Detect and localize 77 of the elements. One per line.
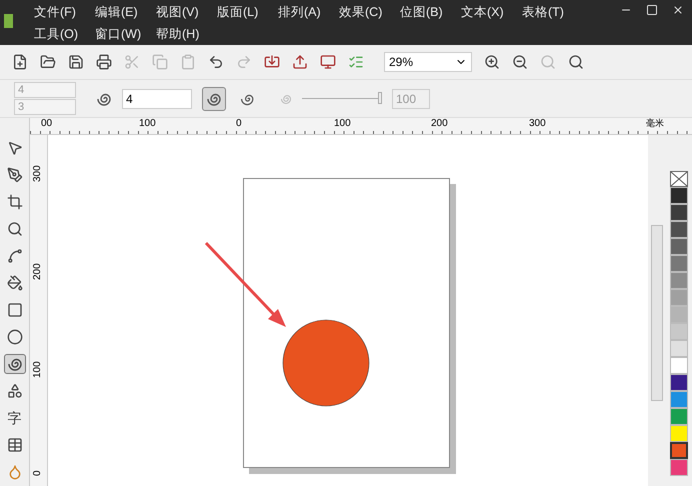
zoom-out-icon[interactable] [512,54,528,70]
ruler-label: 100 [32,361,43,378]
ruler-label: 200 [32,263,43,280]
printer-icon[interactable] [96,54,112,70]
new-file-icon[interactable] [12,54,28,70]
menu-item[interactable]: 版面(L) [217,2,278,22]
shapes-icon [6,383,22,399]
save-icon[interactable] [68,54,84,70]
ruler-label: 300 [32,165,43,182]
ruler-label: 200 [431,118,448,129]
checklist-icon[interactable] [348,54,364,70]
color-swatch[interactable] [670,255,688,272]
restore-icon[interactable] [646,4,658,16]
ruler-label: 300 [529,118,546,129]
menu-item[interactable]: 帮助(H) [156,24,217,44]
open-folder-icon[interactable] [40,54,56,70]
app-icon [4,14,13,28]
color-swatch[interactable] [670,238,688,255]
monitor-icon[interactable] [320,54,336,70]
menu-item[interactable]: 位图(B) [400,2,461,22]
import-icon[interactable] [264,54,280,70]
zoom-in-icon[interactable] [484,54,500,70]
color-swatch[interactable] [670,408,688,425]
revolutions-field[interactable]: 4 [122,88,192,108]
expansion-icon [280,92,292,104]
ruler-unit: 毫米 [646,118,664,128]
color-swatch[interactable] [670,204,688,221]
table-icon [6,437,22,453]
color-swatch[interactable] [670,187,688,204]
pointer-icon [6,140,22,156]
menu-item[interactable]: 表格(T) [522,2,583,22]
menu-item[interactable]: 文本(X) [461,2,522,22]
menu-item[interactable]: 文件(F) [34,2,95,22]
undo-icon[interactable] [208,54,224,70]
close-icon[interactable] [672,4,684,16]
text-tool-label: 字 [8,411,22,425]
bucket-icon [6,275,22,291]
spiral-tool-button[interactable] [4,354,26,374]
menu-item[interactable]: 效果(C) [339,2,400,22]
color-swatch[interactable] [670,323,688,340]
color-swatch[interactable] [670,442,688,459]
menu-item[interactable]: 排列(A) [278,2,339,22]
color-swatch[interactable] [670,374,688,391]
color-swatch[interactable] [670,459,688,476]
zoom-level-dropdown[interactable]: 29% [384,52,472,72]
fill-icon [6,464,22,480]
color-swatch[interactable] [670,357,688,374]
menu-item[interactable]: 编辑(E) [95,2,156,22]
ruler-label: 100 [139,118,156,129]
symmetric-spiral-button[interactable] [202,86,226,110]
rectangle-icon [6,302,22,318]
ruler-label: 100 [334,118,351,129]
menu-item[interactable]: 工具(O) [34,24,95,44]
curve-icon [6,248,22,264]
text-tool-button[interactable]: 字 [4,408,26,428]
color-swatch[interactable] [670,340,688,357]
spiral-icon [6,356,22,372]
ruler-label: 0 [236,118,242,129]
menu-item[interactable]: 视图(V) [156,2,217,22]
scrollbar-thumb[interactable] [651,225,663,401]
zoom-icon[interactable] [568,54,584,70]
zoom-icon [6,221,22,237]
expansion-slider-thumb[interactable] [378,92,382,104]
crop-icon [6,194,22,210]
ellipse-icon [6,329,22,345]
ruler-label: 00 [41,118,52,129]
color-swatch[interactable] [670,272,688,289]
color-swatch[interactable] [670,289,688,306]
color-swatch[interactable] [670,425,688,442]
menu-item[interactable]: 窗口(W) [95,24,156,44]
ruler-label: 0 [32,470,43,476]
pen-icon [6,167,22,183]
export-icon[interactable] [292,54,308,70]
color-swatch[interactable] [670,221,688,238]
color-swatch[interactable] [670,391,688,408]
no-color-swatch[interactable] [670,171,688,187]
color-swatch[interactable] [670,306,688,323]
